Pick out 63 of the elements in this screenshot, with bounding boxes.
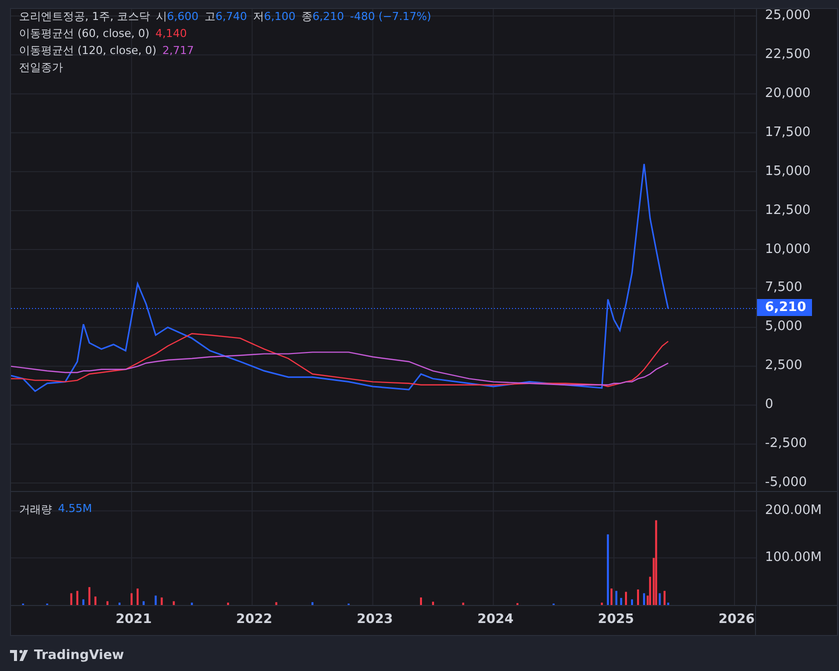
- volume-bar: [432, 602, 434, 605]
- axis-label: 0: [765, 397, 774, 412]
- volume-bar: [88, 587, 90, 605]
- axis-label: 2026: [718, 612, 755, 627]
- axis-label: 2022: [236, 612, 272, 627]
- axis-label: 10,000: [765, 242, 810, 256]
- axis-label: 22,500: [765, 46, 810, 62]
- volume-bar: [227, 602, 230, 605]
- volume-bar: [600, 602, 603, 605]
- volume-bar: [420, 597, 422, 605]
- axis-label: 25,000: [765, 8, 810, 24]
- volume-bar: [142, 601, 145, 605]
- ohlc-value: 저6,100: [253, 9, 296, 24]
- volume-bar: [615, 590, 618, 605]
- volume-bar: [82, 599, 84, 605]
- axis-label: 200.00M: [765, 502, 822, 518]
- volume-bar: [70, 593, 72, 605]
- volume-bar: [106, 601, 108, 605]
- axis-label: -2,500: [765, 436, 807, 452]
- axis-label: 12,500: [765, 202, 810, 218]
- axis-label: 17,500: [765, 124, 810, 140]
- axis-label: 15,000: [765, 164, 810, 179]
- symbol-title: 오리엔트정공, 1주, 코스닥: [19, 9, 150, 24]
- indicator-value: 4,140: [155, 26, 187, 41]
- logo-icon: [10, 650, 30, 662]
- axis-label: 2,500: [765, 358, 802, 374]
- axis-label: 7,500: [765, 280, 802, 296]
- volume-bar: [190, 602, 193, 605]
- axis-label: 100.00M: [765, 550, 822, 565]
- volume-bar: [130, 593, 133, 605]
- axis-label: -5,000: [765, 474, 807, 490]
- axis-label: 2021: [116, 612, 152, 627]
- last-price-label: 6,210: [757, 299, 812, 316]
- volume-value: 4.55M: [58, 502, 92, 517]
- volume-bar: [637, 589, 640, 605]
- volume-bar: [606, 534, 609, 605]
- ohlc-value: 시6,600: [156, 9, 198, 24]
- axis-label: 2025: [598, 612, 634, 627]
- volume-bar: [624, 592, 627, 605]
- ohlc-value: 종6,210: [302, 9, 344, 24]
- volume-bar: [172, 601, 175, 605]
- brand-name: TradingView: [34, 648, 124, 663]
- ohlc-value: 고6,740: [204, 9, 247, 24]
- volume-bar: [136, 588, 139, 605]
- volume-bar: [94, 596, 96, 605]
- indicator-name: 이동평균선 (60, close, 0): [19, 26, 150, 41]
- indicator-value: 2,717: [162, 43, 194, 58]
- axis-label: 2023: [356, 612, 393, 627]
- volume-bar: [154, 596, 157, 605]
- indicator-name: 이동평균선 (120, close, 0): [19, 43, 156, 58]
- volume-bar: [118, 602, 121, 605]
- volume-bar: [76, 590, 78, 605]
- volume-bar: [275, 602, 278, 605]
- volume-title: 거래량: [19, 502, 52, 517]
- price-change: -480 (−7.17%): [350, 9, 432, 24]
- axis-label: 2024: [477, 612, 514, 627]
- axis-label: 20,000: [765, 86, 810, 101]
- volume-bar: [620, 598, 622, 605]
- axis-label: 5,000: [765, 319, 802, 334]
- volume-bar: [462, 602, 464, 605]
- indicator-name: 전일종가: [19, 60, 63, 75]
- volume-bar: [160, 597, 163, 605]
- volume-bar: [311, 602, 314, 605]
